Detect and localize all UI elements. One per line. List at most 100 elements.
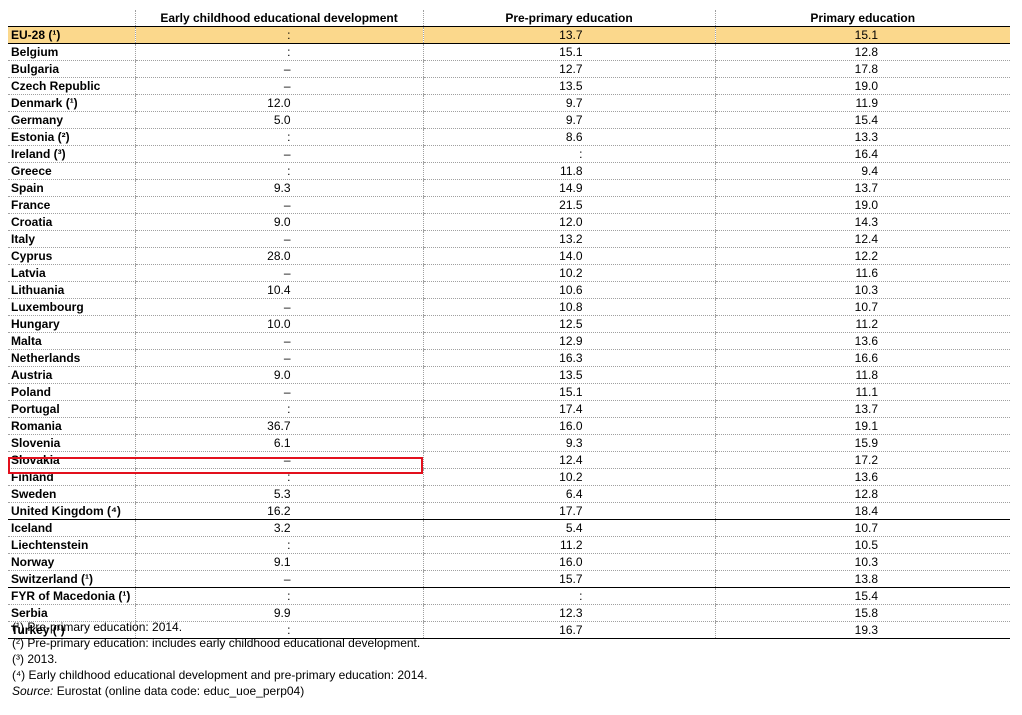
cell-early-childhood: – [134, 570, 423, 588]
cell-country: Poland [8, 383, 135, 401]
table-row: Norway 9.1 16.0 10.3 [8, 553, 1010, 571]
cell-pre-primary: 11.8 [422, 162, 715, 180]
cell-pre-primary: 12.0 [422, 213, 715, 231]
cell-primary: 10.3 [714, 281, 1010, 299]
cell-pre-primary: 13.2 [422, 230, 715, 248]
cell-country: EU-28 (¹) [8, 26, 135, 44]
cell-primary: 15.8 [714, 604, 1010, 622]
cell-early-childhood: : [134, 43, 423, 61]
cell-primary: 12.8 [714, 485, 1010, 503]
cell-pre-primary: 10.2 [422, 264, 715, 282]
cell-primary: 19.1 [714, 417, 1010, 435]
cell-country: Portugal [8, 400, 135, 418]
table-row: Hungary 10.0 12.5 11.2 [8, 315, 1010, 333]
cell-country: Greece [8, 162, 135, 180]
footnotes: (¹) Pre-primary education: 2014. (²) Pre… [12, 619, 427, 699]
table-row: Finland:10.2 13.6 [8, 468, 1010, 486]
cell-country: Denmark (¹) [8, 94, 135, 112]
cell-country: Finland [8, 468, 135, 486]
cell-country: France [8, 196, 135, 214]
cell-country: Slovakia [8, 451, 135, 469]
cell-early-childhood: : [134, 536, 423, 554]
cell-pre-primary: 12.9 [422, 332, 715, 350]
cell-early-childhood: – [134, 349, 423, 367]
cell-country: Estonia (²) [8, 128, 135, 146]
cell-country: Latvia [8, 264, 135, 282]
header-country [8, 10, 135, 27]
table-row: Netherlands –16.3 16.6 [8, 349, 1010, 367]
cell-early-childhood: – [134, 451, 423, 469]
table-row: Luxembourg –10.8 10.7 [8, 298, 1010, 316]
cell-country: Romania [8, 417, 135, 435]
table-row: FYR of Macedonia (¹)::15.4 [8, 587, 1010, 605]
cell-primary: 13.7 [714, 179, 1010, 197]
table-row: Croatia 9.0 12.0 14.3 [8, 213, 1010, 231]
cell-early-childhood: – [134, 77, 423, 95]
cell-early-childhood: – [134, 383, 423, 401]
cell-early-childhood: 5.0 [134, 111, 423, 129]
footnote-4: (⁴) Early childhood educational developm… [12, 668, 428, 682]
cell-primary: 15.4 [714, 587, 1010, 605]
cell-primary: 17.2 [714, 451, 1010, 469]
table-row: Greece:11.8 9.4 [8, 162, 1010, 180]
footnote-1: (¹) Pre-primary education: 2014. [12, 620, 183, 634]
cell-primary: 15.4 [714, 111, 1010, 129]
table-row: Cyprus 28.0 14.0 12.2 [8, 247, 1010, 265]
cell-pre-primary: 10.8 [422, 298, 715, 316]
table-row: Slovenia 6.1 9.3 15.9 [8, 434, 1010, 452]
cell-country: Iceland [8, 519, 135, 537]
cell-early-childhood: 9.0 [134, 213, 423, 231]
cell-early-childhood: 9.0 [134, 366, 423, 384]
cell-primary: 11.6 [714, 264, 1010, 282]
cell-primary: 13.3 [714, 128, 1010, 146]
source-label: Source: [12, 684, 54, 698]
table-row: Iceland 3.2 5.4 10.7 [8, 519, 1010, 537]
table-row: Slovakia –12.4 17.2 [8, 451, 1010, 469]
cell-country: Switzerland (¹) [8, 570, 135, 588]
table-row: Latvia –10.2 11.6 [8, 264, 1010, 282]
cell-early-childhood: 10.4 [134, 281, 423, 299]
data-table: Early childhood educational development … [8, 10, 1010, 639]
cell-early-childhood: – [134, 264, 423, 282]
header-pre-primary: Pre-primary education [422, 10, 715, 27]
header-early-childhood: Early childhood educational development [134, 10, 423, 27]
cell-pre-primary: 12.7 [422, 60, 715, 78]
cell-country: Ireland (³) [8, 145, 135, 163]
cell-early-childhood: 28.0 [134, 247, 423, 265]
cell-pre-primary: 12.5 [422, 315, 715, 333]
cell-early-childhood: 3.2 [134, 519, 423, 537]
cell-early-childhood: – [134, 60, 423, 78]
table-row: EU-28 (¹):13.7 15.1 [8, 26, 1010, 44]
cell-country: Germany [8, 111, 135, 129]
cell-early-childhood: – [134, 230, 423, 248]
cell-pre-primary: 10.2 [422, 468, 715, 486]
cell-early-childhood: : [134, 128, 423, 146]
cell-early-childhood: : [134, 587, 423, 605]
cell-pre-primary: 9.3 [422, 434, 715, 452]
cell-country: Bulgaria [8, 60, 135, 78]
cell-country: Netherlands [8, 349, 135, 367]
table-row: Liechtenstein:11.2 10.5 [8, 536, 1010, 554]
table-row: Romania 36.7 16.0 19.1 [8, 417, 1010, 435]
cell-pre-primary: 10.6 [422, 281, 715, 299]
cell-primary: 19.0 [714, 77, 1010, 95]
cell-pre-primary: 14.9 [422, 179, 715, 197]
cell-early-childhood: – [134, 298, 423, 316]
cell-pre-primary: 13.5 [422, 366, 715, 384]
cell-pre-primary: 21.5 [422, 196, 715, 214]
cell-pre-primary: 17.7 [422, 502, 715, 520]
cell-country: Norway [8, 553, 135, 571]
footnote-3: (³) 2013. [12, 652, 58, 666]
cell-early-childhood: 6.1 [134, 434, 423, 452]
cell-pre-primary: 17.4 [422, 400, 715, 418]
cell-pre-primary: 13.5 [422, 77, 715, 95]
cell-primary: 9.4 [714, 162, 1010, 180]
cell-early-childhood: 12.0 [134, 94, 423, 112]
cell-primary: 10.7 [714, 298, 1010, 316]
table-row: Czech Republic –13.5 19.0 [8, 77, 1010, 95]
source-text: Eurostat (online data code: educ_uoe_per… [56, 684, 305, 698]
footnote-2: (²) Pre-primary education: includes earl… [12, 636, 421, 650]
source-line: Source: Eurostat (online data code: educ… [12, 683, 427, 699]
cell-primary: 15.9 [714, 434, 1010, 452]
cell-country: FYR of Macedonia (¹) [8, 587, 135, 605]
